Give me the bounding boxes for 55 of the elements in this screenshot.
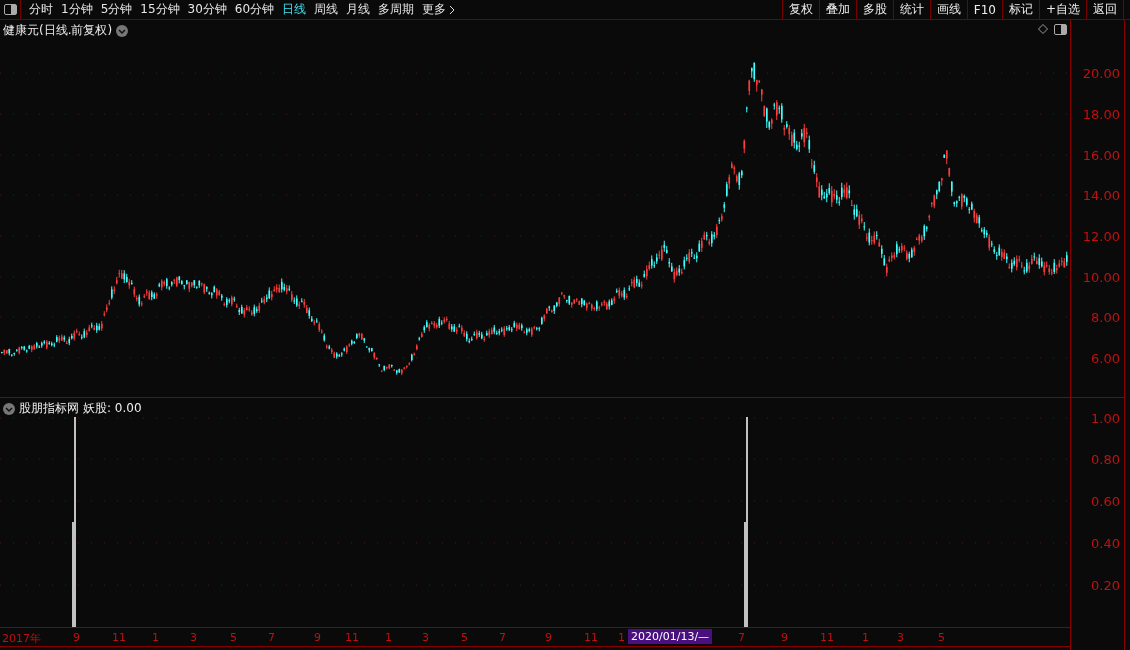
date-label: 1 (862, 631, 869, 644)
price-label: 18.00 (1082, 107, 1120, 122)
indicator-name: 股朋指标网 (19, 400, 79, 417)
date-label: 7 (738, 631, 745, 644)
date-label: 5 (938, 631, 945, 644)
date-label: 11 (345, 631, 359, 644)
price-label: 6.00 (1091, 351, 1120, 366)
date-label: 1 (385, 631, 392, 644)
period-tab[interactable]: 分时 (29, 1, 53, 18)
date-label: 3 (190, 631, 197, 644)
indicator-value: 妖股: 0.00 (83, 400, 142, 417)
diamond-icon[interactable] (1038, 24, 1048, 34)
cursor-date: 2020/01/13/— (628, 629, 713, 644)
price-label: 8.00 (1091, 310, 1120, 325)
date-label: 3 (897, 631, 904, 644)
value-label: 0.40 (1091, 536, 1120, 551)
date-label: 2017年 (2, 631, 41, 646)
date-label: 9 (314, 631, 321, 644)
price-label: 20.00 (1082, 66, 1120, 81)
period-tab[interactable]: 周线 (314, 1, 339, 18)
panel-toggle-icon[interactable] (1054, 23, 1067, 35)
period-tab[interactable]: 5分钟 (100, 1, 133, 18)
price-label: 14.00 (1082, 188, 1120, 203)
date-label: 7 (499, 631, 506, 644)
value-label: 0.60 (1091, 494, 1120, 509)
date-label: 7 (268, 631, 275, 644)
period-tab[interactable]: 30分钟 (187, 1, 227, 18)
date-label: 9 (545, 631, 552, 644)
dropdown-icon[interactable] (3, 402, 15, 415)
date-label: 9 (73, 631, 80, 644)
value-label: 0.80 (1091, 452, 1120, 467)
dropdown-icon[interactable] (116, 24, 129, 37)
period-tab[interactable]: 60分钟 (234, 1, 275, 18)
value-label: 1.00 (1091, 411, 1120, 426)
date-label: 5 (461, 631, 468, 644)
period-tab[interactable]: 1分钟 (61, 1, 93, 18)
date-label: 11 (820, 631, 834, 644)
value-label: 0.20 (1091, 578, 1120, 593)
price-label: 12.00 (1082, 229, 1120, 244)
date-label: 11 (112, 631, 126, 644)
chevron-right-icon[interactable] (449, 4, 456, 15)
date-label: 11 (584, 631, 598, 644)
date-label: 9 (781, 631, 788, 644)
date-label: 1 (618, 631, 625, 644)
date-label: 5 (230, 631, 237, 644)
period-tab[interactable]: 多周期 (378, 1, 415, 18)
price-label: 10.00 (1082, 270, 1120, 285)
period-tab[interactable]: 日线 (282, 1, 307, 18)
chart-title: 健康元(日线.前复权) (3, 22, 113, 39)
date-label: 1 (152, 631, 159, 644)
price-label: 16.00 (1082, 148, 1120, 163)
more-tab[interactable]: 更多 (422, 1, 447, 18)
period-tab[interactable]: 月线 (346, 1, 371, 18)
period-tab[interactable]: 15分钟 (140, 1, 180, 18)
date-label: 3 (422, 631, 429, 644)
